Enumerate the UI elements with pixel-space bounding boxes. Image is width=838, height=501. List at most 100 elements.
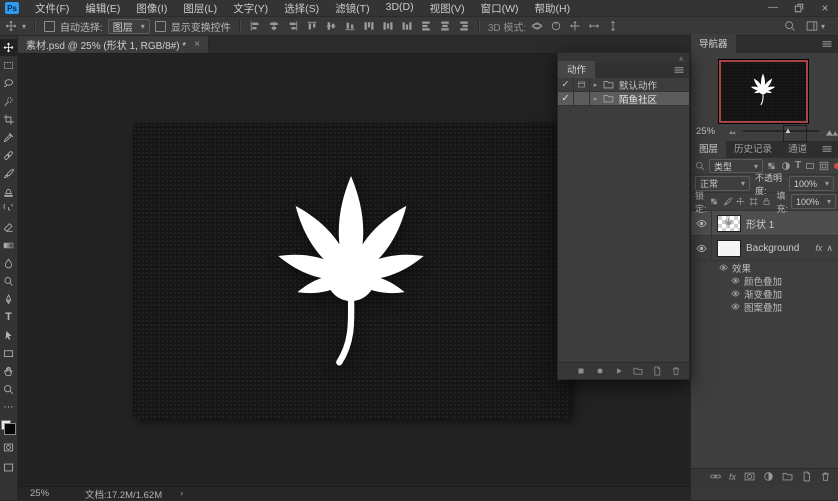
- visibility-eye-icon[interactable]: [691, 236, 712, 260]
- tab-历史记录[interactable]: 历史记录: [726, 139, 780, 158]
- align-middle-icon[interactable]: [325, 20, 337, 32]
- effect-row[interactable]: 渐变叠加: [691, 287, 838, 301]
- zoom-in-icon[interactable]: [825, 125, 838, 138]
- tab-navigator[interactable]: 导航器: [691, 34, 736, 53]
- record-icon[interactable]: [595, 366, 605, 376]
- pixel-layer-filter-icon[interactable]: [767, 161, 777, 171]
- layer-row[interactable]: Background fx ∧: [691, 236, 838, 261]
- pan-3d-icon[interactable]: [569, 20, 581, 32]
- new-set-folder-icon[interactable]: [633, 366, 643, 376]
- lock-transparent-icon[interactable]: [710, 197, 719, 206]
- stop-icon[interactable]: [576, 366, 586, 376]
- menu-item-0[interactable]: 文件(F): [27, 1, 77, 16]
- visibility-eye-icon[interactable]: [691, 211, 712, 235]
- adjustment-layer-filter-icon[interactable]: [781, 161, 791, 171]
- smart-object-filter-icon[interactable]: [819, 161, 829, 171]
- opacity-dropdown[interactable]: 100% ▾: [788, 176, 834, 191]
- layer-fx-icon[interactable]: fx: [815, 243, 822, 253]
- lock-artboard-icon[interactable]: [749, 197, 758, 206]
- roll-3d-icon[interactable]: [550, 20, 562, 32]
- align-left-icon[interactable]: [249, 20, 261, 32]
- hand-tool[interactable]: [0, 363, 17, 380]
- adjustment-layer-icon[interactable]: [763, 471, 774, 482]
- align-right-icon[interactable]: [287, 20, 299, 32]
- align-center-h-icon[interactable]: [268, 20, 280, 32]
- delete-layer-icon[interactable]: [820, 471, 831, 482]
- move-tool[interactable]: [0, 39, 17, 56]
- lasso-tool[interactable]: [0, 75, 17, 92]
- lock-all-icon[interactable]: [762, 197, 771, 206]
- tab-图层[interactable]: 图层: [691, 139, 727, 158]
- zoom-tool[interactable]: [0, 381, 17, 398]
- eraser-tool[interactable]: [0, 219, 17, 236]
- menu-item-9[interactable]: 窗口(W): [473, 1, 527, 16]
- menu-item-10[interactable]: 帮助(H): [527, 1, 579, 16]
- menu-item-4[interactable]: 文字(Y): [225, 1, 276, 16]
- panel-menu-icon[interactable]: [816, 143, 838, 158]
- auto-select-checkbox[interactable]: [44, 20, 56, 32]
- distribute-bottom-icon[interactable]: [401, 20, 413, 32]
- expand-arrow-icon[interactable]: ▸: [590, 78, 601, 91]
- collapse-panel-icon[interactable]: [677, 54, 685, 62]
- menu-item-5[interactable]: 选择(S): [276, 1, 327, 16]
- canvas[interactable]: [133, 123, 570, 418]
- distribute-left-icon[interactable]: [420, 20, 432, 32]
- crop-tool[interactable]: [0, 111, 17, 128]
- rect-marquee-tool[interactable]: [0, 57, 17, 74]
- distribute-top-icon[interactable]: [363, 20, 375, 32]
- show-transform-checkbox[interactable]: [154, 20, 166, 32]
- auto-select-dropdown[interactable]: 图层 ▾: [107, 18, 150, 34]
- menu-item-7[interactable]: 3D(D): [378, 1, 422, 16]
- tool-preset-chevron-icon[interactable]: ▾: [22, 22, 26, 31]
- spot-healing-tool[interactable]: [0, 147, 17, 164]
- action-check-icon[interactable]: ✓: [558, 92, 574, 105]
- new-layer-icon[interactable]: [801, 471, 812, 482]
- document-tab[interactable]: 素材.psd @ 25% (形状 1, RGB/8#) * ×: [18, 36, 210, 53]
- action-set-row[interactable]: ✓ ▸ 陌鱼社区: [558, 92, 689, 106]
- slider-thumb[interactable]: ▲: [782, 125, 807, 142]
- search-icon[interactable]: [784, 20, 796, 32]
- collapse-fx-icon[interactable]: ∧: [826, 243, 833, 254]
- visibility-eye-icon[interactable]: [717, 263, 729, 272]
- distribute-center-h-icon[interactable]: [439, 20, 451, 32]
- screen-mode-button[interactable]: [0, 459, 17, 476]
- quick-mask-button[interactable]: [0, 439, 17, 456]
- effect-row[interactable]: 图案叠加: [691, 300, 838, 314]
- menu-item-8[interactable]: 视图(V): [422, 1, 473, 16]
- play-icon[interactable]: [614, 366, 624, 376]
- lock-position-icon[interactable]: [736, 197, 745, 206]
- delete-action-icon[interactable]: [671, 366, 681, 376]
- navigator-zoom-value[interactable]: 25%: [696, 126, 728, 137]
- layer-thumbnail[interactable]: [717, 239, 741, 257]
- expand-arrow-icon[interactable]: ▸: [590, 92, 601, 105]
- visibility-eye-icon[interactable]: [729, 302, 741, 311]
- layer-style-fx-icon[interactable]: fx: [729, 471, 736, 483]
- new-group-icon[interactable]: [782, 471, 793, 482]
- visibility-eye-icon[interactable]: [729, 289, 741, 298]
- slide-3d-icon[interactable]: [588, 20, 600, 32]
- close-icon[interactable]: ×: [194, 39, 200, 50]
- quick-selection-tool[interactable]: [0, 93, 17, 110]
- tab-actions[interactable]: 动作: [558, 61, 596, 78]
- gradient-tool[interactable]: [0, 237, 17, 254]
- path-selection-tool[interactable]: [0, 327, 17, 344]
- fill-dropdown[interactable]: 100% ▾: [791, 194, 837, 209]
- navigator-thumbnail[interactable]: [719, 60, 808, 123]
- effects-group-row[interactable]: 效果: [691, 261, 838, 275]
- menu-item-3[interactable]: 图层(L): [175, 1, 225, 16]
- type-layer-filter-icon[interactable]: T: [795, 161, 801, 171]
- menu-item-1[interactable]: 编辑(E): [77, 1, 128, 16]
- lock-image-icon[interactable]: [723, 197, 732, 206]
- status-zoom-value[interactable]: 25%: [18, 488, 59, 499]
- panel-menu-icon[interactable]: [669, 64, 689, 78]
- action-dialog-toggle[interactable]: [574, 92, 590, 105]
- distribute-right-icon[interactable]: [458, 20, 470, 32]
- dodge-tool[interactable]: [0, 273, 17, 290]
- blur-tool[interactable]: [0, 255, 17, 272]
- effect-row[interactable]: 颜色叠加: [691, 274, 838, 288]
- minimize-button[interactable]: —: [760, 0, 786, 16]
- status-chevron-icon[interactable]: ›: [180, 488, 183, 499]
- rectangle-tool[interactable]: [0, 345, 17, 362]
- edit-toolbar-tool[interactable]: ⋯: [0, 399, 17, 416]
- filter-pin-icon[interactable]: [834, 163, 838, 169]
